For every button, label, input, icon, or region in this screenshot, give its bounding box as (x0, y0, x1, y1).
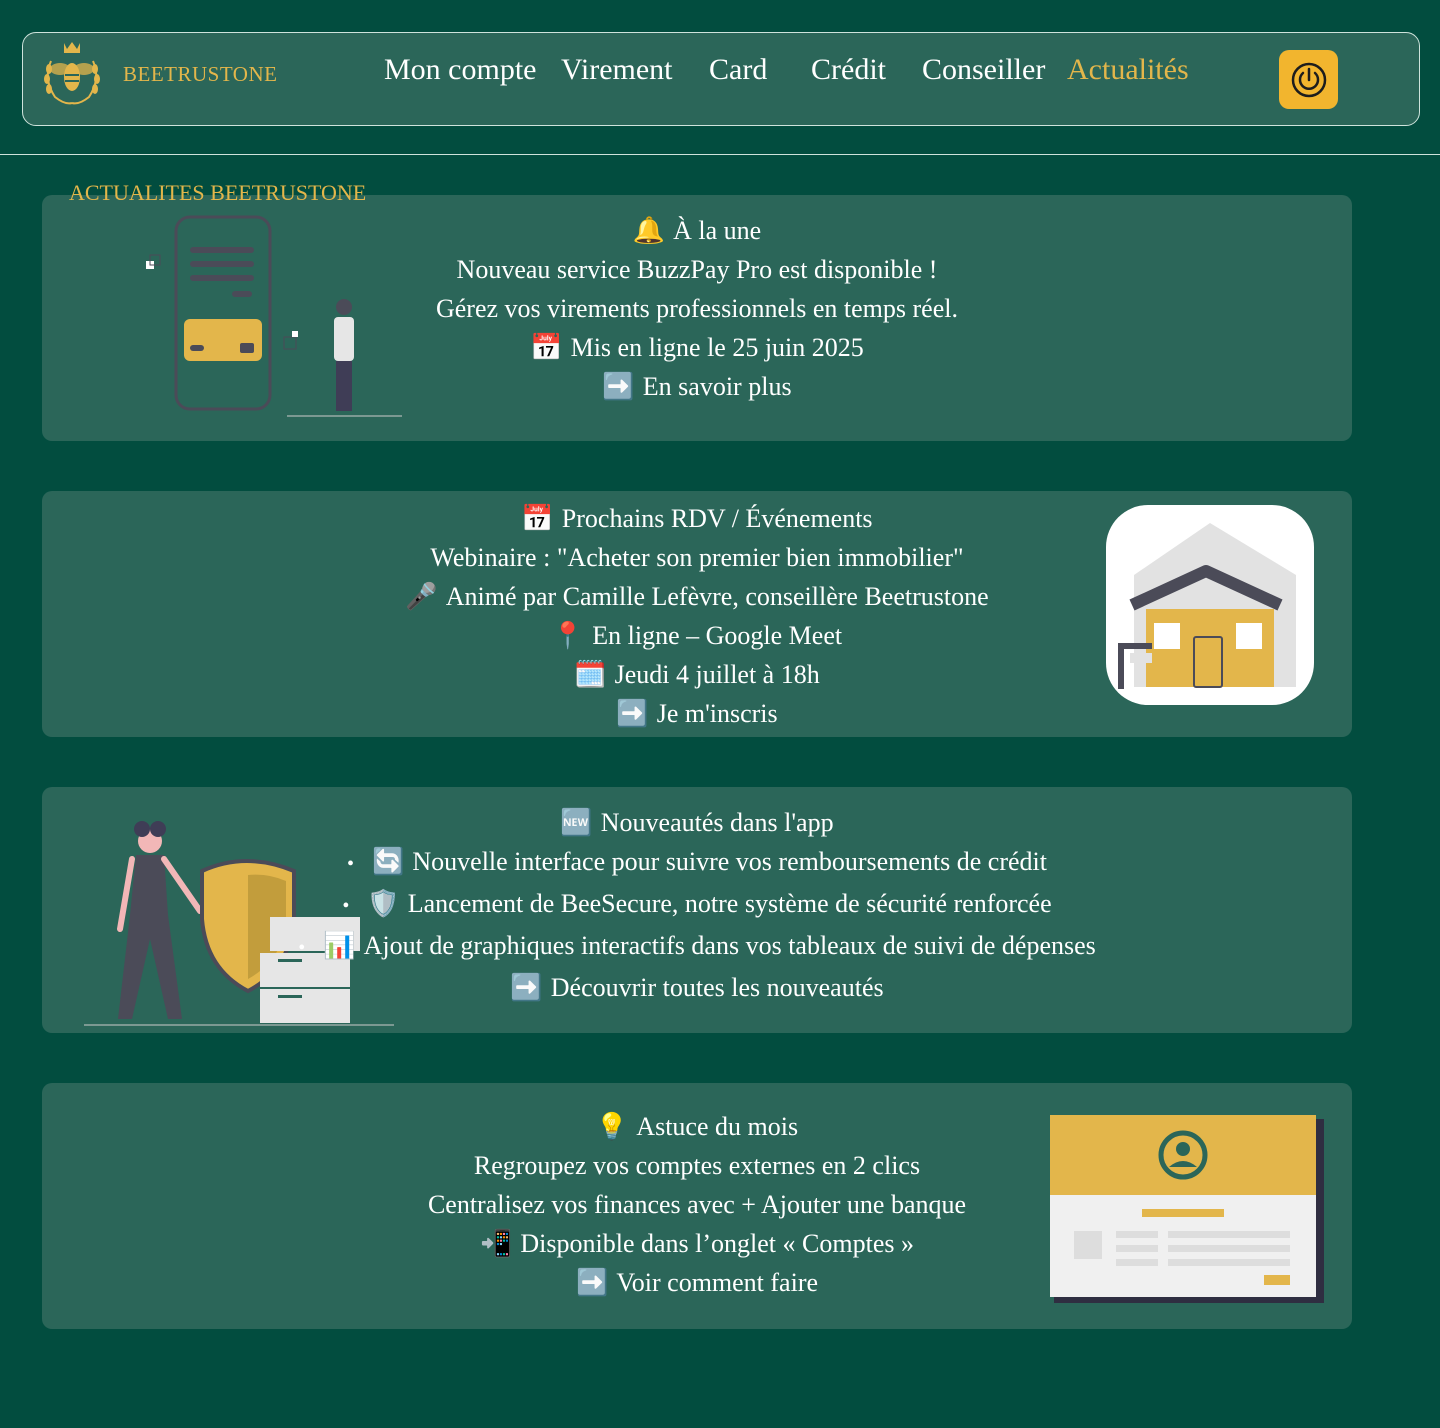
section-title: ACTUALITES BEETRUSTONE (69, 180, 367, 205)
mobile-arrow-icon: 📲 (480, 1229, 513, 1258)
app-update-item: • 📊 Ajout de graphiques interactifs dans v… (42, 926, 1352, 968)
featured-line-1: Nouveau service BuzzPay Pro est disponib… (456, 255, 938, 284)
app-updates-discover-link[interactable]: ➡️ Découvrir toutes les nouveautés (42, 968, 1352, 1007)
news-card-app-updates: 🆕 Nouveautés dans l'app • 🔄 Nouvelle interf… (42, 787, 1352, 1033)
microphone-icon: 🎤 (405, 582, 438, 611)
lightbulb-icon: 💡 (595, 1112, 629, 1141)
tip-info-text: Disponible dans l’onglet « Comptes » (520, 1229, 914, 1258)
featured-title-text: À la une (673, 216, 762, 245)
app-update-item: • 🛡️ Lancement de BeeSecure, notre système… (42, 884, 1352, 926)
events-host-text: Animé par Camille Lefèvre, conseillère B… (445, 582, 989, 611)
logout-button[interactable] (1279, 50, 1338, 109)
featured-date-text: Mis en ligne le 25 juin 2025 (570, 333, 864, 362)
bar-chart-icon: 📊 (323, 931, 356, 960)
tip-title-text: Astuce du mois (636, 1112, 799, 1141)
news-card-events: 📅 Prochains RDV / Événements Webinaire : … (42, 491, 1352, 737)
arrow-right-icon: ➡️ (575, 1268, 609, 1297)
nav-virement[interactable]: Virement (561, 53, 673, 87)
top-navbar: BEETRUSTONE Mon compte Virement Card Cré… (22, 32, 1420, 126)
events-date-text: Jeudi 4 juillet à 18h (614, 660, 820, 689)
new-badge-icon: 🆕 (560, 808, 593, 837)
nav-mon-compte[interactable]: Mon compte (384, 53, 536, 87)
app-updates-content: 🆕 Nouveautés dans l'app • 🔄 Nouvelle interf… (42, 803, 1352, 1007)
events-link-text: Je m'inscris (656, 699, 778, 728)
bell-icon: 🔔 (632, 216, 666, 245)
arrow-right-icon: ➡️ (602, 372, 635, 401)
notepad-calendar-icon: 🗓️ (574, 660, 607, 689)
arrow-right-icon: ➡️ (510, 973, 543, 1002)
pin-icon: 📍 (551, 621, 585, 650)
app-update-text: Nouvelle interface pour suivre vos rembo… (412, 847, 1047, 876)
arrow-right-icon: ➡️ (616, 699, 649, 728)
featured-date: 📅 Mis en ligne le 25 juin 2025 (42, 328, 1352, 367)
brand[interactable]: BEETRUSTONE (37, 39, 277, 109)
featured-learn-more-link[interactable]: ➡️ En savoir plus (42, 367, 1352, 406)
house-illustration (1106, 505, 1314, 705)
bee-crest-icon (44, 42, 100, 105)
calendar-icon: 📅 (530, 333, 563, 362)
app-updates-title-text: Nouveautés dans l'app (600, 808, 834, 837)
app-updates-title: 🆕 Nouveautés dans l'app (42, 803, 1352, 842)
featured-content: 🔔 À la une Nouveau service BuzzPay Pro es… (42, 211, 1352, 406)
header-divider (0, 154, 1440, 155)
featured-line-2: Gérez vos virements professionnels en te… (435, 294, 958, 323)
app-update-text: Ajout de graphiques interactifs dans vos… (363, 931, 1096, 960)
events-title-text: Prochains RDV / Événements (561, 504, 873, 533)
profile-card-illustration (1050, 1115, 1324, 1303)
tip-link-text: Voir comment faire (616, 1268, 819, 1297)
refresh-icon: 🔄 (372, 847, 405, 876)
featured-link-text: En savoir plus (642, 372, 792, 401)
featured-title: 🔔 À la une (42, 211, 1352, 250)
news-card-featured: 🔔 À la une Nouveau service BuzzPay Pro es… (42, 195, 1352, 441)
news-card-tip: 💡 Astuce du mois Regroupez vos comptes ex… (42, 1083, 1352, 1329)
calendar-icon: 📅 (521, 504, 554, 533)
events-place-text: En ligne – Google Meet (592, 621, 843, 650)
nav-conseiller[interactable]: Conseiller (922, 53, 1045, 87)
brand-name: BEETRUSTONE (123, 61, 278, 86)
shield-icon: 🛡️ (367, 889, 400, 918)
app-updates-link-text: Découvrir toutes les nouveautés (550, 973, 884, 1002)
nav-card[interactable]: Card (709, 53, 767, 87)
nav-actualites[interactable]: Actualités (1067, 53, 1189, 87)
nav-credit[interactable]: Crédit (811, 53, 886, 87)
app-update-item: • 🔄 Nouvelle interface pour suivre vos rem… (42, 842, 1352, 884)
app-update-text: Lancement de BeeSecure, notre système de… (407, 889, 1052, 918)
power-icon (1291, 62, 1326, 97)
